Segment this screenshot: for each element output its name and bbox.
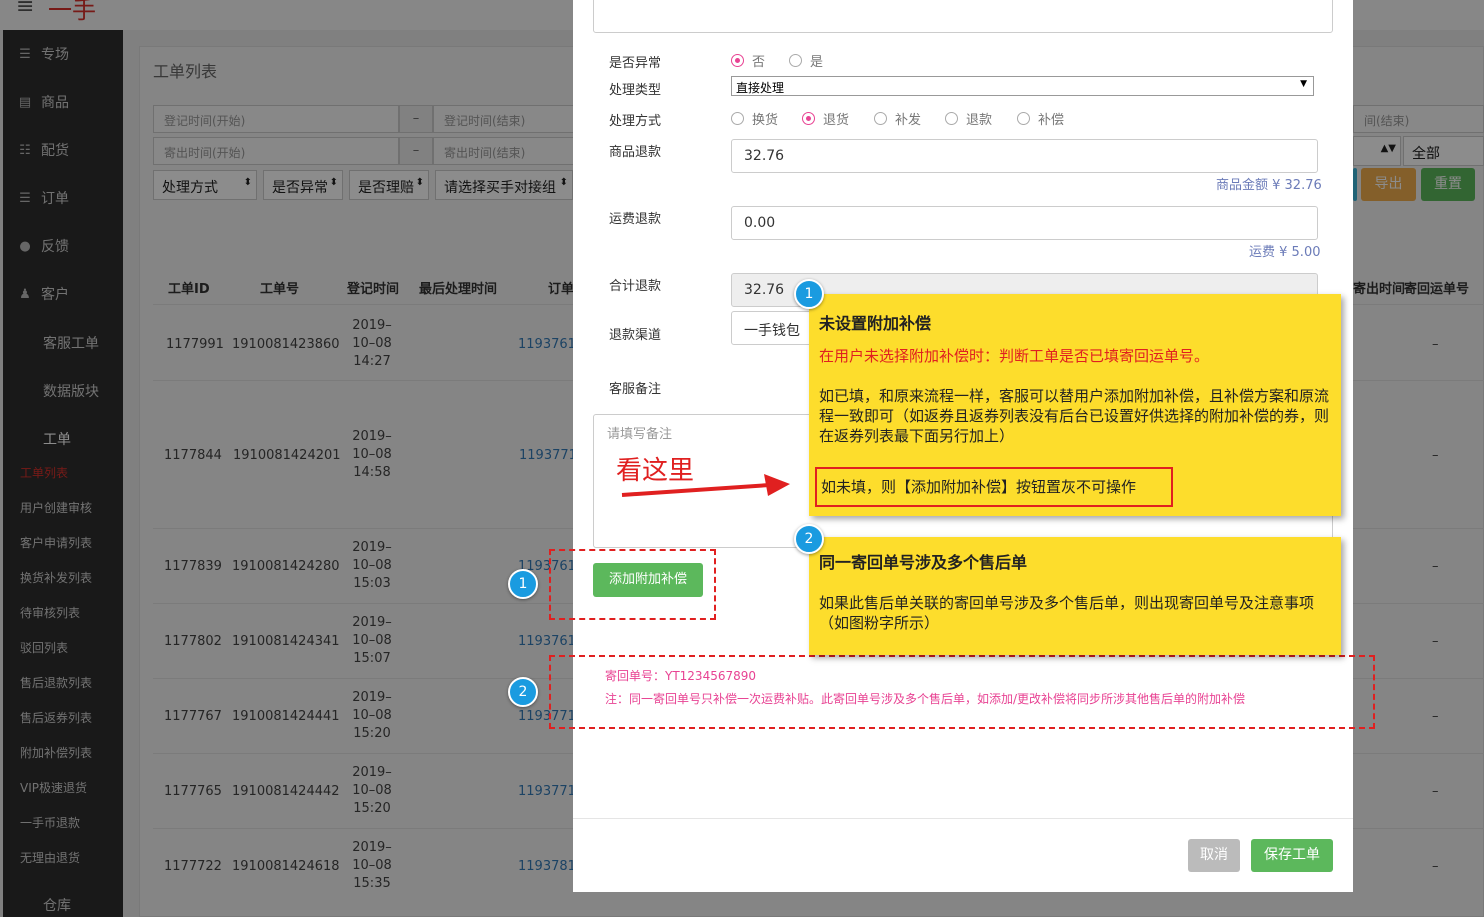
handle-type-label: 处理类型: [609, 83, 662, 98]
select-value: 直接处理: [736, 81, 785, 95]
method-resend-radio[interactable]: 补发: [874, 109, 921, 128]
abnormal-label: 是否异常: [609, 56, 662, 71]
note-paragraph: 如已填，和原来流程一样，客服可以替用户添加附加补偿，且补偿方案和原流程一致即可（…: [819, 387, 1330, 445]
note-title: 同一寄回单号涉及多个售后单: [819, 553, 1028, 572]
abnormal-no-radio[interactable]: 否: [731, 51, 765, 70]
radio-label: 是: [810, 55, 824, 70]
note-badge-1: 1: [794, 279, 824, 309]
cancel-button[interactable]: 取消: [1188, 839, 1240, 872]
highlight-box-1: [549, 549, 716, 620]
goods-amount-hint: 商品金额 ¥ 32.76: [1216, 178, 1322, 193]
radio-label: 补发: [895, 113, 922, 128]
note-title: 未设置附加补偿: [819, 314, 932, 333]
chevron-down-icon: ▼: [1300, 79, 1307, 89]
arrow-icon: [621, 474, 790, 497]
refund-channel-label: 退款渠道: [609, 328, 662, 343]
note-card-2: 同一寄回单号涉及多个售后单 如果此售后单关联的寄回单号涉及多个售后单，则出现寄回…: [809, 537, 1341, 655]
footer-divider: [573, 818, 1353, 819]
radio-label: 否: [752, 55, 766, 70]
freight-hint: 运费 ¥ 5.00: [1249, 245, 1321, 260]
note-paragraph: 如果此售后单关联的寄回单号涉及多个售后单，则出现寄回单号及注意事项（如图粉字所示…: [819, 594, 1315, 632]
note-badge-2: 2: [794, 524, 824, 554]
freight-refund-input[interactable]: 0.00: [731, 206, 1318, 240]
total-refund-label: 合计退款: [609, 279, 662, 294]
annotation-badge-1: 1: [508, 569, 538, 599]
method-exchange-radio[interactable]: 换货: [731, 109, 778, 128]
textarea-top[interactable]: [593, 0, 1333, 33]
radio-label: 退货: [823, 113, 850, 128]
note-red-text: 在用户未选择附加补偿时：判断工单是否已填寄回运单号。: [819, 347, 1210, 365]
method-compensate-radio[interactable]: 补偿: [1017, 109, 1064, 128]
method-return-radio[interactable]: 退货: [802, 109, 849, 128]
abnormal-yes-radio[interactable]: 是: [789, 51, 823, 70]
note-highlight: 如未填，则【添加附加补偿】按钮置灰不可操作: [815, 467, 1173, 507]
radio-label: 退款: [966, 113, 993, 128]
highlight-box-2: [549, 655, 1375, 729]
goods-refund-input[interactable]: 32.76: [731, 139, 1318, 173]
remark-label: 客服备注: [609, 382, 662, 397]
radio-label: 补偿: [1038, 113, 1065, 128]
save-ticket-button[interactable]: 保存工单: [1251, 839, 1333, 872]
handle-type-select[interactable]: 直接处理 ▼: [731, 76, 1314, 96]
radio-label: 换货: [752, 113, 779, 128]
freight-refund-label: 运费退款: [609, 212, 662, 227]
annotation-badge-2: 2: [508, 677, 538, 707]
handle-method-label: 处理方式: [609, 114, 662, 129]
note-card-1: 未设置附加补偿 在用户未选择附加补偿时：判断工单是否已填寄回运单号。 如已填，和…: [809, 294, 1341, 516]
method-refund-radio[interactable]: 退款: [945, 109, 992, 128]
goods-refund-label: 商品退款: [609, 145, 662, 160]
